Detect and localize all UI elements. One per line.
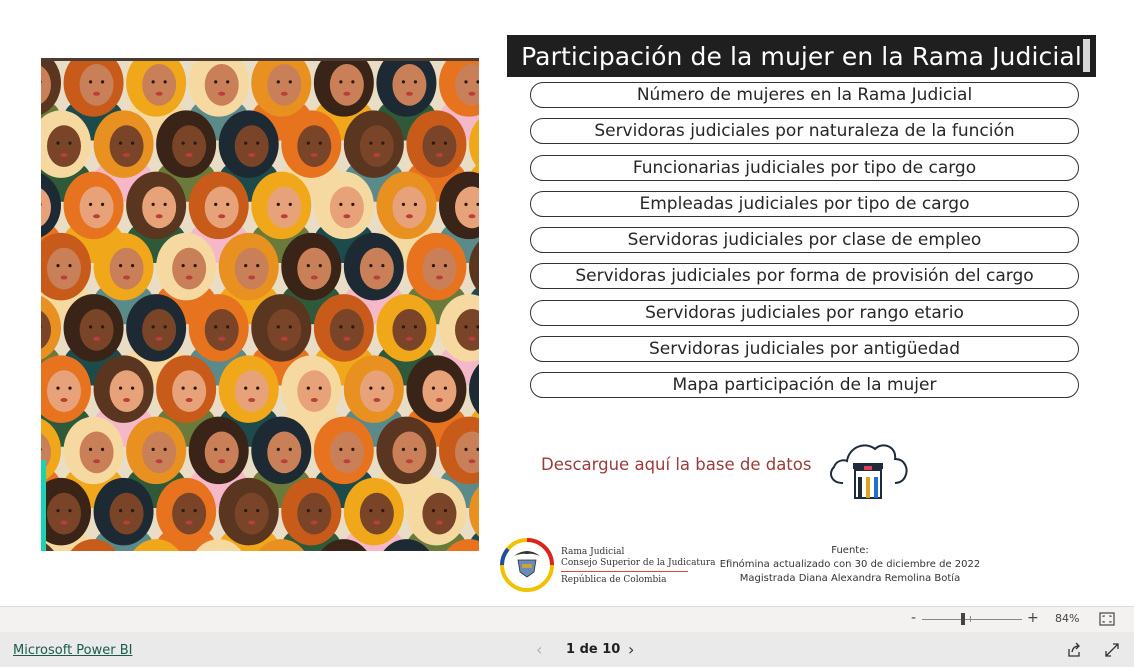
illustration-person [343,477,404,551]
powerbi-footer: Microsoft Power BI ‹ 1 de 10 › [0,632,1134,667]
nav-button-label: Número de mujeres en la Rama Judicial [636,85,973,105]
previous-page-button[interactable]: ‹ [536,640,542,659]
nav-button-label: Servidoras judiciales por rango etario [645,303,964,323]
nav-button-label: Servidoras judiciales por antigüedad [648,339,960,359]
source-note: Fuente: Efinómina actualizado con 30 de … [715,544,985,586]
report-title-text: Participación de la mujer en la Rama Jud… [521,41,1082,71]
nav-button-naturaleza-funcion[interactable]: Servidoras judiciales por naturaleza de … [530,118,1079,144]
zoom-slider-track[interactable] [922,619,1022,620]
women-crowd-image [41,61,479,551]
source-heading: Fuente: [831,545,869,556]
illustration-person [218,477,279,551]
nav-button-label: Servidoras judiciales por forma de provi… [575,266,1034,286]
download-database-link[interactable]: Descargue aquí la base de datos [541,455,811,474]
logo-line-1: Rama Judicial [561,547,625,557]
illustration-person [281,477,342,551]
nav-button-antiguedad[interactable]: Servidoras judiciales por antigüedad [530,336,1079,362]
nav-button-label: Servidoras judiciales por clase de emple… [627,230,982,250]
zoom-slider-tick [970,616,971,622]
report-canvas: Participación de la mujer en la Rama Jud… [0,0,1134,606]
zoom-slider-thumb[interactable] [961,613,965,625]
next-page-button[interactable]: › [628,640,634,659]
cloud-download-icon[interactable] [825,433,911,503]
nav-button-forma-provision[interactable]: Servidoras judiciales por forma de provi… [530,263,1079,289]
nav-button-label: Empleadas judiciales por tipo de cargo [639,194,970,214]
nav-button-rango-etario[interactable]: Servidoras judiciales por rango etario [530,300,1079,326]
logo-line-2: Consejo Superior de la Judicatura [561,558,716,568]
zoom-bar: - + 84% [0,606,1134,632]
illustration-person [406,477,467,551]
zoom-level: 84% [1055,612,1080,625]
nav-button-label: Servidoras judiciales por naturaleza de … [594,121,1015,141]
nav-button-empleadas-cargo[interactable]: Empleadas judiciales por tipo de cargo [530,191,1079,217]
illustration-person [156,477,217,551]
title-bar-end [1083,39,1090,72]
microsoft-power-bi-link[interactable]: Microsoft Power BI [13,643,132,658]
zoom-out-button[interactable]: - [911,610,916,626]
nav-button-label: Funcionarias judiciales por tipo de carg… [632,158,977,178]
rama-judicial-seal-logo [500,538,554,592]
nav-button-funcionarias-cargo[interactable]: Funcionarias judiciales por tipo de carg… [530,155,1079,181]
fit-to-page-icon[interactable] [1099,612,1115,626]
nav-button-numero-mujeres[interactable]: Número de mujeres en la Rama Judicial [530,82,1079,108]
logo-text: Rama Judicial Consejo Superior de la Jud… [561,547,716,586]
nav-button-clase-empleo[interactable]: Servidoras judiciales por clase de emple… [530,227,1079,253]
expand-icon[interactable] [1104,642,1120,658]
report-title: Participación de la mujer en la Rama Jud… [507,35,1096,77]
page-indicator: 1 de 10 [566,642,621,657]
zoom-in-button[interactable]: + [1027,610,1039,626]
illustration-person [93,477,154,551]
nav-button-label: Mapa participación de la mujer [672,375,937,395]
source-line-2: Magistrada Diana Alexandra Remolina Botí… [739,573,961,584]
illustration-accent-bar [41,460,46,551]
logo-line-3: República de Colombia [561,575,667,585]
source-line-1: Efinómina actualizado con 30 de diciembr… [719,559,981,570]
share-icon[interactable] [1066,642,1082,658]
nav-button-mapa[interactable]: Mapa participación de la mujer [530,372,1079,398]
logo-divider [561,571,688,572]
women-illustration [41,58,479,551]
